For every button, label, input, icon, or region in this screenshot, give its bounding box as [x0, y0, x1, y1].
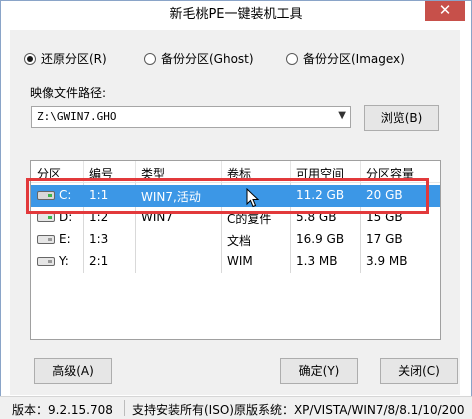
advanced-button[interactable]: 高级(A): [34, 358, 112, 384]
backup-ghost-label: 备份分区(Ghost): [161, 52, 254, 66]
chevron-down-icon[interactable]: ▼: [338, 110, 346, 121]
cell-number: 1:1: [89, 188, 109, 202]
cell-number: 2:1: [89, 254, 109, 268]
cell-number: 1:3: [89, 232, 109, 246]
restore-partition-option[interactable]: 还原分区(R): [24, 50, 107, 67]
window-close-button[interactable]: ✕: [425, 1, 465, 21]
table-row[interactable]: D: 1:2 WIN7 C的复件 5.8 GB 15 GB: [31, 207, 440, 229]
cell-drive: C:: [59, 188, 72, 202]
status-divider: [124, 400, 125, 416]
column-divider: [290, 161, 291, 183]
browse-button[interactable]: 浏览(B): [364, 105, 439, 131]
cell-type: WIN7: [141, 210, 174, 224]
cell-size: 17 GB: [366, 232, 403, 246]
backup-ghost-option[interactable]: 备份分区(Ghost): [144, 50, 254, 67]
support-text: 支持安装所有(ISO)原版系统：XP/VISTA/WIN7/8/8.1/10/2…: [132, 403, 465, 417]
hard-drive-icon: [37, 235, 55, 244]
hard-drive-icon: [37, 257, 55, 266]
image-path-combo[interactable]: Z:\GWIN7.GHO ▼: [31, 106, 351, 128]
column-divider: [83, 161, 84, 183]
column-header-label[interactable]: 卷标: [227, 165, 251, 182]
partition-list[interactable]: 分区 编号 类型 卷标 可用空间 分区容量 C: 1:1 WIN7,活动 11.…: [30, 160, 441, 340]
table-row[interactable]: C: 1:1 WIN7,活动 11.2 GB 20 GB: [31, 185, 440, 207]
cell-size: 3.9 MB: [366, 254, 408, 268]
hard-drive-icon: [37, 213, 55, 222]
backup-imagex-radio[interactable]: [286, 52, 298, 65]
cell-drive: Y:: [59, 254, 69, 268]
backup-imagex-option[interactable]: 备份分区(Imagex): [286, 50, 405, 67]
cell-label: 文档: [227, 234, 252, 248]
column-header-size[interactable]: 分区容量: [366, 165, 414, 182]
cell-drive: E:: [59, 232, 71, 246]
title-bar: 新毛桃PE一键装机工具 ✕: [1, 1, 471, 31]
column-divider: [221, 161, 222, 183]
cell-number: 1:2: [89, 210, 109, 224]
cell-drive: D:: [59, 210, 73, 224]
column-header-number[interactable]: 编号: [89, 165, 113, 182]
restore-label: 还原分区(R): [41, 52, 107, 66]
ok-button[interactable]: 确定(Y): [280, 358, 358, 384]
table-row[interactable]: Y: 2:1 WIM 1.3 MB 3.9 MB: [31, 251, 440, 273]
cell-free: 1.3 MB: [296, 254, 338, 268]
mouse-pointer-icon: [246, 188, 260, 208]
column-header-type[interactable]: 类型: [141, 165, 165, 182]
table-row[interactable]: E: 1:3 文档 16.9 GB 17 GB: [31, 229, 440, 251]
dialog-client-area: 还原分区(R) 备份分区(Ghost) 备份分区(Imagex) 映像文件路径:…: [10, 30, 460, 395]
window-title: 新毛桃PE一键装机工具: [169, 7, 303, 22]
image-path-value: Z:\GWIN7.GHO: [37, 110, 117, 123]
column-header-free[interactable]: 可用空间: [296, 165, 344, 182]
column-divider: [135, 161, 136, 183]
cell-size: 15 GB: [366, 210, 403, 224]
image-path-label: 映像文件路径:: [30, 86, 107, 100]
cell-size: 20 GB: [366, 188, 403, 202]
cell-type: WIN7,活动: [141, 190, 201, 204]
cell-free: 11.2 GB: [296, 188, 345, 202]
list-header: 分区 编号 类型 卷标 可用空间 分区容量: [31, 161, 440, 183]
cell-free: 5.8 GB: [296, 210, 337, 224]
restore-radio[interactable]: [24, 52, 36, 65]
column-divider: [360, 161, 361, 183]
close-button[interactable]: 关闭(C): [380, 358, 458, 384]
version-text: 版本：9.2.15.708: [12, 403, 113, 417]
cell-label: C的复件: [227, 212, 272, 226]
cell-free: 16.9 GB: [296, 232, 345, 246]
cell-label: WIM: [227, 254, 253, 268]
hard-drive-icon: [37, 191, 55, 200]
backup-ghost-radio[interactable]: [144, 52, 156, 65]
status-bar: 版本：9.2.15.708 支持安装所有(ISO)原版系统：XP/VISTA/W…: [0, 396, 472, 419]
backup-imagex-label: 备份分区(Imagex): [303, 52, 405, 66]
column-header-partition[interactable]: 分区: [37, 165, 61, 182]
